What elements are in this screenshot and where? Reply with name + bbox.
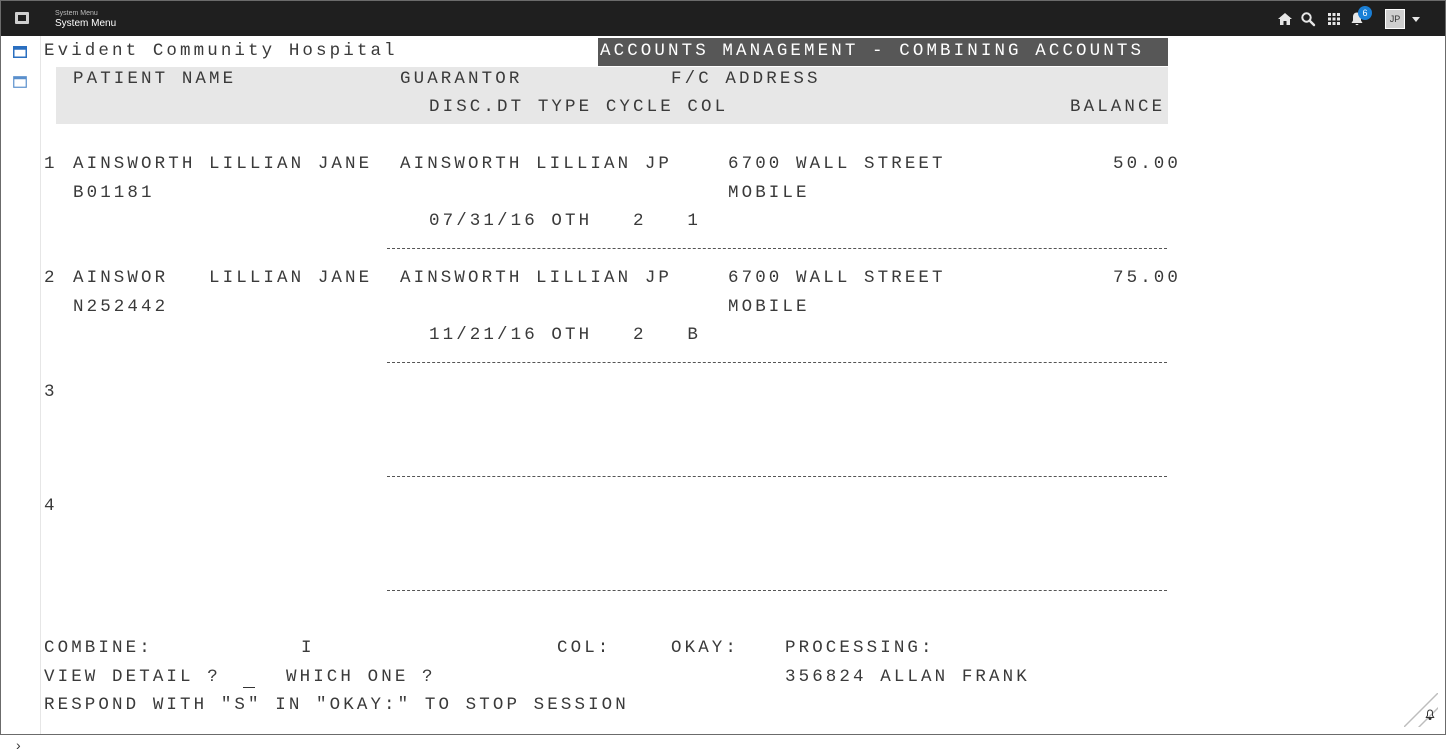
balance-value: 75.00 <box>1113 268 1182 288</box>
chevron-down-icon[interactable] <box>1412 17 1420 22</box>
window-title: System Menu <box>55 18 117 29</box>
session-tab-icon[interactable] <box>13 76 27 88</box>
expand-icon[interactable]: › <box>16 738 21 752</box>
okay-label: OKAY: <box>671 638 740 658</box>
account-number: N252442 <box>73 297 169 317</box>
col-guarantor: GUARANTOR <box>400 69 523 89</box>
row-number[interactable]: 2 <box>44 264 58 292</box>
session-tab-icon[interactable] <box>13 46 27 58</box>
session-rail: › <box>1 36 41 752</box>
row-number[interactable]: 1 <box>44 150 58 178</box>
user-avatar[interactable]: JP <box>1385 9 1405 29</box>
row-number[interactable]: 4 <box>44 492 58 520</box>
home-icon[interactable] <box>1277 11 1293 27</box>
col-disc-details: DISC.DT TYPE CYCLE COL <box>429 97 729 117</box>
row-separator <box>387 362 1167 363</box>
address-line: 6700 WALL STREET <box>728 268 946 288</box>
patient-name: AINSWORTH LILLIAN JANE <box>73 154 373 174</box>
window-subtitle: System Menu <box>55 10 98 17</box>
facility-name: Evident Community Hospital <box>44 41 398 61</box>
apps-grid-icon[interactable] <box>1326 11 1342 27</box>
patient-name: AINSWOR LILLIAN JANE <box>73 268 373 288</box>
processing-user: 356824 ALLAN FRANK <box>785 667 1030 687</box>
address-line: 6700 WALL STREET <box>728 154 946 174</box>
col-patient-name: PATIENT NAME <box>73 69 237 89</box>
visit-details: 11/21/16 OTH 2 B <box>429 325 702 345</box>
screen-title: ACCOUNTS MANAGEMENT - COMBINING ACCOUNTS <box>600 41 1145 61</box>
terminal-screen[interactable]: Evident Community Hospital ACCOUNTS MANA… <box>40 36 1440 734</box>
combine-field[interactable]: I <box>301 634 315 662</box>
city: MOBILE <box>728 297 810 317</box>
col-label: COL: <box>557 638 612 658</box>
row-separator <box>387 248 1167 249</box>
row-number[interactable]: 3 <box>44 378 58 406</box>
combine-label: COMBINE: <box>44 638 153 658</box>
visit-details: 07/31/16 OTH 2 1 <box>429 211 702 231</box>
col-balance: BALANCE <box>1070 97 1166 117</box>
app-icon[interactable] <box>15 12 29 24</box>
guarantor-name: AINSWORTH LILLIAN JP <box>400 268 673 288</box>
city: MOBILE <box>728 183 810 203</box>
view-detail-label: VIEW DETAIL ? <box>44 667 221 687</box>
col-fc-address: F/C ADDRESS <box>671 69 821 89</box>
search-icon[interactable] <box>1300 11 1316 27</box>
notification-badge: 6 <box>1358 6 1372 20</box>
top-bar: System Menu System Menu 6 JP <box>1 1 1445 36</box>
view-detail-input[interactable] <box>243 687 255 688</box>
account-number: B01181 <box>73 183 155 203</box>
which-one-label: WHICH ONE ? <box>286 667 436 687</box>
instructions: RESPOND WITH "S" IN "OKAY:" TO STOP SESS… <box>44 695 629 715</box>
row-separator <box>387 476 1167 477</box>
row-separator <box>387 590 1167 591</box>
processing-label: PROCESSING: <box>785 638 935 658</box>
balance-value: 50.00 <box>1113 154 1182 174</box>
guarantor-name: AINSWORTH LILLIAN JP <box>400 154 673 174</box>
bell-icon[interactable] <box>1425 709 1435 721</box>
